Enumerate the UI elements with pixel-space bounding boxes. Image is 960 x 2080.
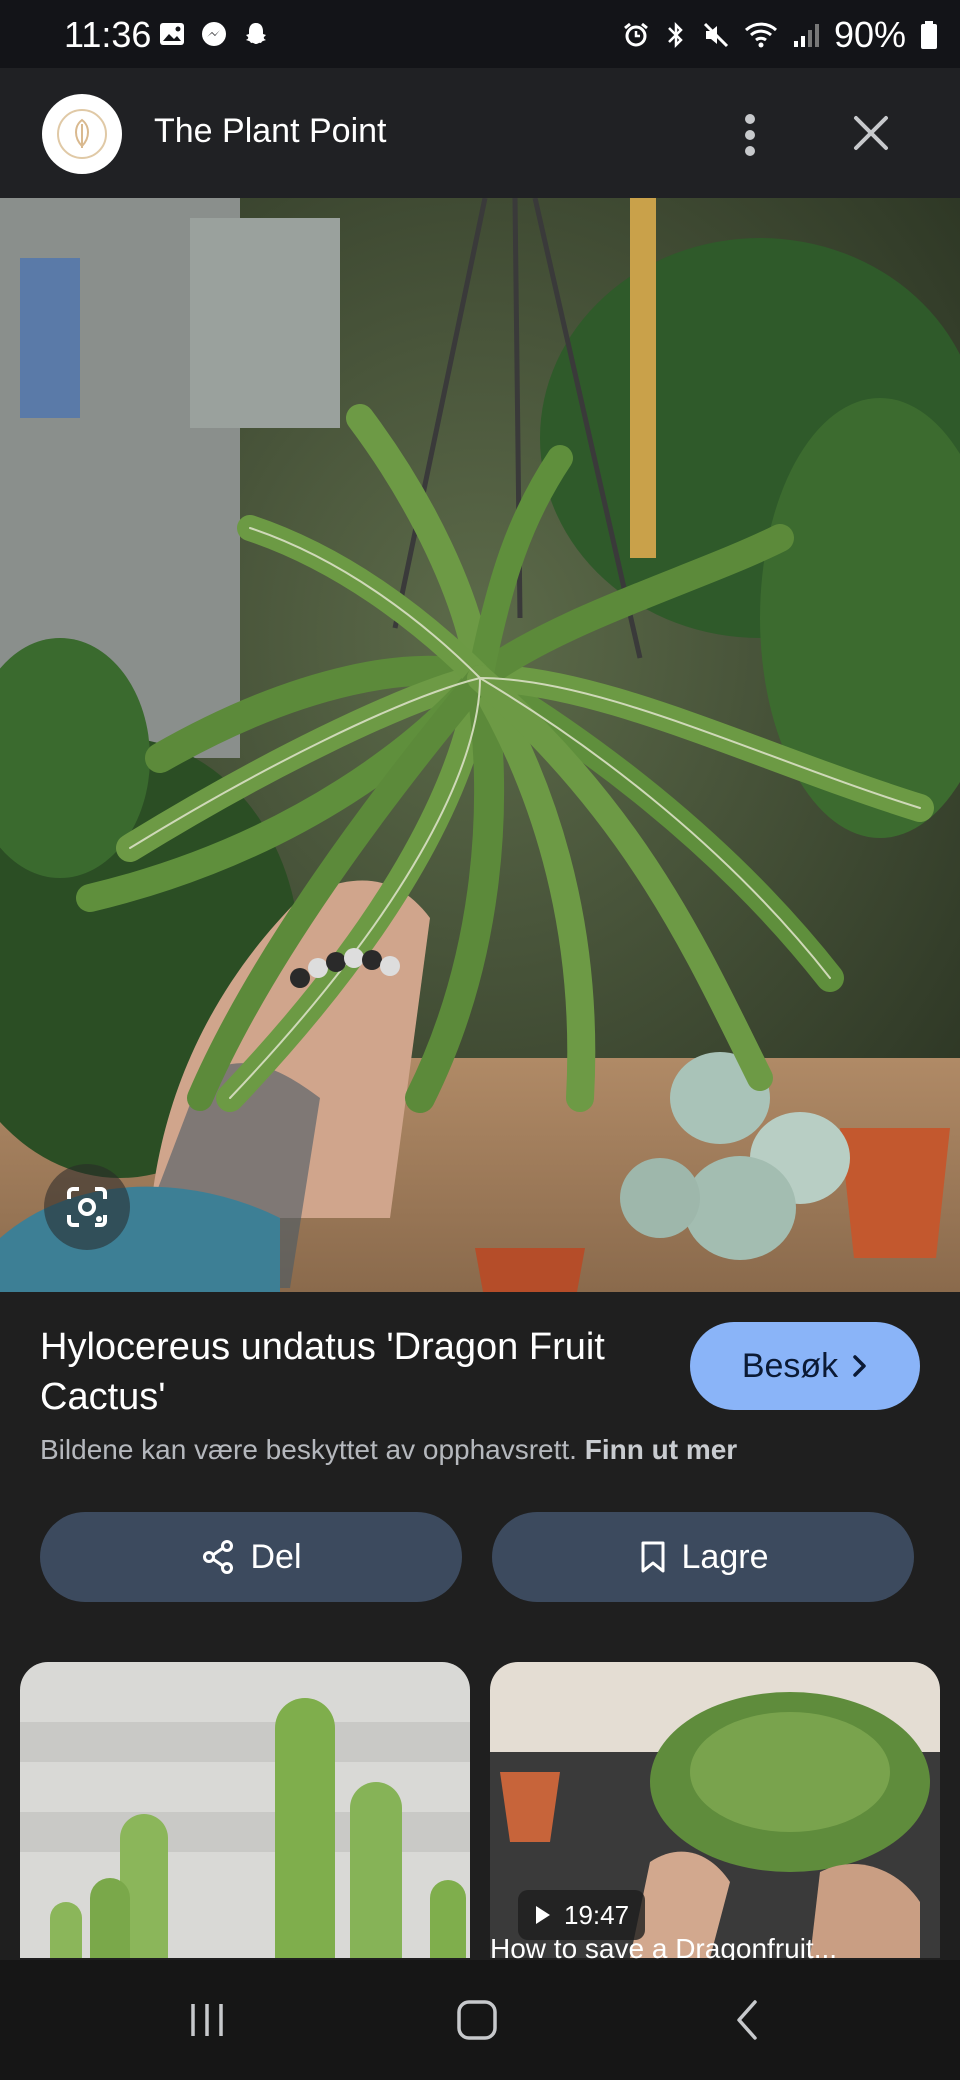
copyright-text: Bildene kan være beskyttet av opphavsret…	[40, 1434, 577, 1465]
related-video-caption[interactable]: How to save a Dragonfruit...	[490, 1932, 940, 1960]
dragon-fruit-cactus-photo	[0, 198, 960, 1292]
android-nav-bar	[0, 1960, 960, 2080]
wifi-icon	[744, 21, 778, 49]
play-icon	[536, 1906, 550, 1924]
notification-icons	[158, 20, 270, 48]
related-image-card[interactable]	[20, 1662, 470, 1958]
plant-logo-icon	[57, 109, 107, 159]
back-button[interactable]	[702, 1990, 792, 2050]
visit-button[interactable]: Besøk	[690, 1322, 920, 1410]
main-image[interactable]	[0, 198, 960, 1292]
snapchat-icon	[242, 20, 270, 48]
google-lens-button[interactable]	[44, 1164, 130, 1250]
status-bar: 11:36 90%	[0, 0, 960, 68]
system-icons: 90%	[622, 14, 938, 56]
chevron-right-icon	[853, 1355, 866, 1377]
home-icon	[457, 2000, 497, 2040]
recent-apps-button[interactable]	[162, 1990, 252, 2050]
video-duration: 19:47	[564, 1899, 630, 1930]
more-vert-icon	[745, 114, 755, 156]
site-name[interactable]: The Plant Point	[154, 112, 386, 151]
gallery-icon	[158, 20, 186, 48]
status-time: 11:36	[64, 14, 152, 55]
lens-icon	[67, 1187, 107, 1227]
save-button[interactable]: Lagre	[492, 1512, 914, 1602]
site-logo[interactable]	[42, 94, 122, 174]
back-icon	[737, 2000, 757, 2040]
save-label: Lagre	[681, 1537, 769, 1576]
related-image-thumbnail	[20, 1662, 470, 1958]
signal-icon	[792, 21, 820, 49]
close-button[interactable]	[846, 108, 896, 158]
close-icon	[854, 116, 888, 150]
mute-icon	[702, 21, 730, 49]
battery-icon	[920, 20, 938, 50]
share-button[interactable]: Del	[40, 1512, 462, 1602]
recent-apps-icon	[191, 2004, 223, 2036]
bookmark-icon	[641, 1541, 665, 1573]
share-icon	[203, 1540, 234, 1574]
bluetooth-icon	[664, 20, 688, 50]
alarm-icon	[622, 21, 650, 49]
copyright-notice: Bildene kan være beskyttet av opphavsret…	[40, 1434, 737, 1466]
messenger-icon	[200, 20, 228, 48]
home-button[interactable]	[432, 1990, 522, 2050]
source-header: The Plant Point	[0, 68, 960, 198]
more-options-button[interactable]	[730, 110, 770, 160]
visit-label: Besøk	[741, 1346, 839, 1385]
result-title[interactable]: Hylocereus undatus 'Dragon Fruit Cactus'	[40, 1322, 660, 1422]
battery-percent: 90%	[833, 14, 906, 55]
share-label: Del	[250, 1537, 302, 1576]
related-video-card[interactable]: 19:47	[490, 1662, 940, 1958]
learn-more-link[interactable]: Finn ut mer	[585, 1434, 737, 1465]
